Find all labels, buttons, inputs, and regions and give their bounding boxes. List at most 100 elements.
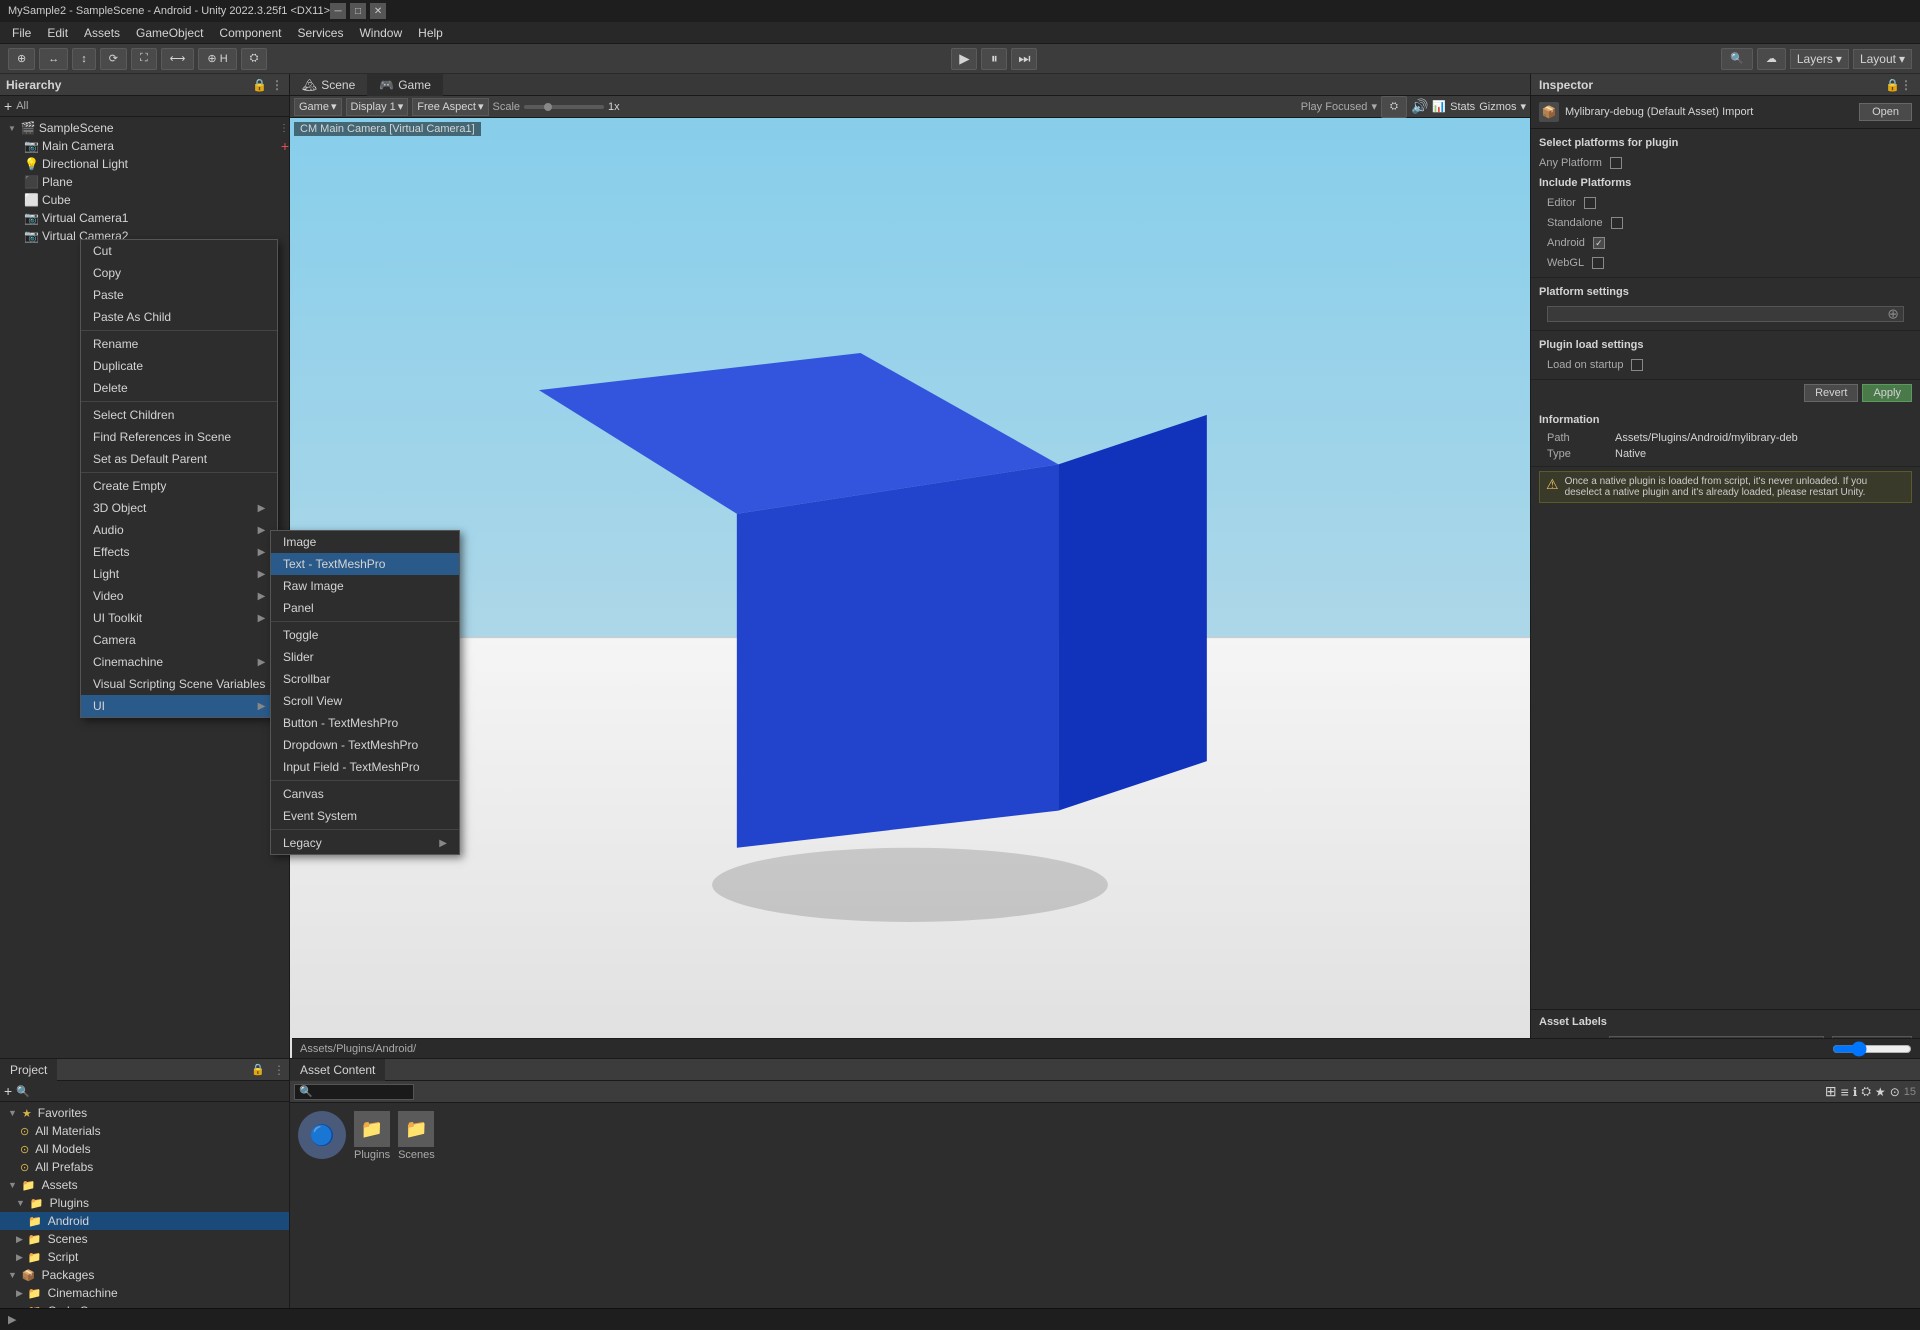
menu-assets[interactable]: Assets [76,22,128,44]
hierarchy-item-vcam1[interactable]: 📷 Virtual Camera1 [0,209,289,227]
hierarchy-item-cube[interactable]: ⬜ Cube [0,191,289,209]
toolbar-global[interactable]: ⛭ [241,48,268,70]
toolbar-transform-e[interactable]: ↕ [72,48,96,70]
thumb-scenes[interactable]: 📁 Scenes [398,1111,435,1161]
search-input[interactable] [294,1084,414,1100]
ptree-cinemachine[interactable]: ▶ 📁 Cinemachine [0,1284,289,1302]
smenu-legacy[interactable]: Legacy▶ [271,832,459,854]
hierarchy-tab-label[interactable]: Hierarchy [6,78,61,92]
gizmos-label[interactable]: Gizmos [1479,101,1516,113]
webgl-checkbox[interactable] [1592,257,1604,269]
open-button[interactable]: Open [1859,103,1912,121]
ptree-codecoverage[interactable]: ▶ 📁 Code Coverage [0,1302,289,1308]
editor-checkbox[interactable] [1584,197,1596,209]
ptree-script[interactable]: ▶ 📁 Script [0,1248,289,1266]
toolbar-transform-r[interactable]: ⟳ [100,48,127,70]
game-dropdown[interactable]: Game ▾ [294,98,342,116]
menu-services[interactable]: Services [289,22,351,44]
menu-help[interactable]: Help [410,22,451,44]
icon-settings[interactable]: ⛭ [1861,1084,1871,1099]
smenu-event-system[interactable]: Event System [271,805,459,827]
ptree-plugins[interactable]: ▼ 📁 Plugins [0,1194,289,1212]
hierarchy-item-samplescene[interactable]: ▼ 🎬 SampleScene ⋮ [0,119,289,137]
standalone-checkbox[interactable] [1611,217,1623,229]
ctx-create-empty[interactable]: Create Empty [81,475,277,497]
ctx-effects[interactable]: Effects▶ [81,541,277,563]
ctx-paste[interactable]: Paste [81,284,277,306]
layers-dropdown[interactable]: Layers ▾ [1790,49,1849,69]
maximize-button[interactable]: □ [350,3,366,19]
inspector-lock-icon[interactable]: 🔒 [1885,78,1900,92]
ptree-all-models[interactable]: ⊙ All Models [0,1140,289,1158]
hierarchy-menu-icon[interactable]: ⋮ [271,78,283,92]
scale-slider[interactable] [524,105,604,109]
pause-button[interactable]: ⏸ [981,48,1007,70]
revert-button[interactable]: Revert [1804,384,1858,402]
ctx-find-references[interactable]: Find References in Scene [81,426,277,448]
scene-tab[interactable]: 🏔 Scene [290,74,367,96]
smenu-slider[interactable]: Slider [271,646,459,668]
ctx-select-children[interactable]: Select Children [81,404,277,426]
project-menu-icon[interactable]: ⋮ [269,1063,289,1077]
smenu-scroll-view[interactable]: Scroll View [271,690,459,712]
ctx-copy[interactable]: Copy [81,262,277,284]
smenu-scrollbar[interactable]: Scrollbar [271,668,459,690]
ptree-android[interactable]: 📁 Android [0,1212,289,1230]
inspector-menu-icon[interactable]: ⋮ [1900,78,1912,92]
menu-edit[interactable]: Edit [39,22,76,44]
project-add-icon[interactable]: + [4,1083,12,1099]
ctx-video[interactable]: Video▶ [81,585,277,607]
ctx-3dobject[interactable]: 3D Object▶ [81,497,277,519]
ctx-cut[interactable]: Cut [81,240,277,262]
ptree-all-prefabs[interactable]: ⊙ All Prefabs [0,1158,289,1176]
menu-file[interactable]: File [4,22,39,44]
menu-window[interactable]: Window [351,22,410,44]
icon-grid[interactable]: ⊞ [1825,1083,1837,1100]
play-button[interactable]: ▶ [951,48,977,70]
ptree-assets[interactable]: ▼ 📁 Assets [0,1176,289,1194]
ctx-camera[interactable]: Camera [81,629,277,651]
ctx-ui[interactable]: UI▶ [81,695,277,717]
inspector-tab-label[interactable]: Inspector [1539,78,1593,92]
load-startup-checkbox[interactable] [1631,359,1643,371]
ptree-packages[interactable]: ▼ 📦 Packages [0,1266,289,1284]
smenu-canvas[interactable]: Canvas [271,783,459,805]
smenu-button-tmp[interactable]: Button - TextMeshPro [271,712,459,734]
toolbar-transform-y[interactable]: ⟷ [161,48,195,70]
ctx-paste-as-child[interactable]: Paste As Child [81,306,277,328]
ctx-light[interactable]: Light▶ [81,563,277,585]
toolbar-transform-w[interactable]: ↔ [39,48,68,70]
close-button[interactable]: ✕ [370,3,386,19]
apply-button[interactable]: Apply [1862,384,1912,402]
icon-list[interactable]: ≡ [1841,1084,1849,1100]
ptree-scenes[interactable]: ▶ 📁 Scenes [0,1230,289,1248]
smenu-panel[interactable]: Panel [271,597,459,619]
ctx-duplicate[interactable]: Duplicate [81,355,277,377]
ptree-favorites[interactable]: ▼ ★ Favorites [0,1104,289,1122]
ctx-uitoolkit[interactable]: UI Toolkit▶ [81,607,277,629]
ptree-all-materials[interactable]: ⊙ All Materials [0,1122,289,1140]
any-platform-checkbox[interactable] [1610,157,1622,169]
project-tab[interactable]: Project [0,1059,57,1081]
hierarchy-item-plane[interactable]: ⬛ Plane [0,173,289,191]
account-button[interactable]: ☁ [1757,48,1786,70]
game-tab[interactable]: 🎮 Game [367,74,443,96]
menu-component[interactable]: Component [211,22,289,44]
asset-content-tab[interactable]: Asset Content [290,1059,385,1081]
play-focused-settings[interactable]: ⛭ [1381,96,1407,118]
ctx-cinemachine[interactable]: Cinemachine▶ [81,651,277,673]
smenu-image[interactable]: Image [271,531,459,553]
hierarchy-item-maincamera[interactable]: 📷 Main Camera + [0,137,289,155]
smenu-toggle[interactable]: Toggle [271,624,459,646]
zoom-slider[interactable] [1832,1041,1912,1057]
smenu-text-tmp[interactable]: Text - TextMeshPro [271,553,459,575]
stats-label[interactable]: Stats [1450,101,1475,113]
icon-settings2[interactable]: ⊙ [1890,1085,1900,1099]
step-button[interactable]: ⏭ [1011,48,1037,70]
smenu-inputfield-tmp[interactable]: Input Field - TextMeshPro [271,756,459,778]
toolbar-transform-q[interactable]: ⊕ [8,48,35,70]
smenu-raw-image[interactable]: Raw Image [271,575,459,597]
hierarchy-add-icon[interactable]: + [4,98,12,114]
icon-info[interactable]: ℹ [1853,1085,1858,1099]
menu-gameobject[interactable]: GameObject [128,22,211,44]
